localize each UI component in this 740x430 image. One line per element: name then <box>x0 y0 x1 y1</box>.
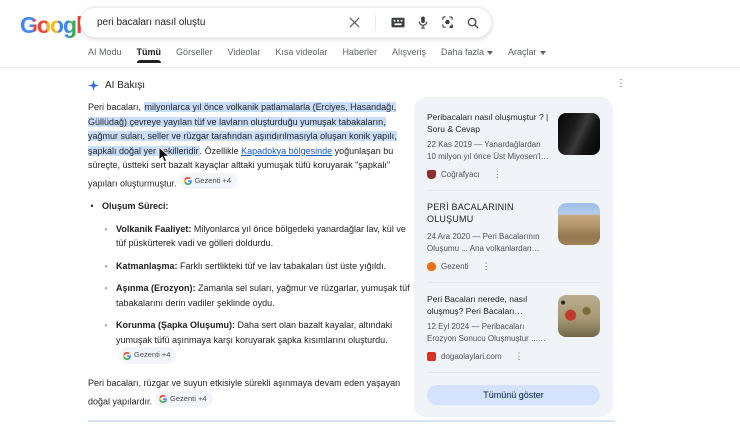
tab-alisveris[interactable]: Alışveriş <box>392 47 426 63</box>
result-snippet: 12 Eyl 2024 — Peribacaları Erozyon Sonuc… <box>427 322 538 343</box>
chevron-down-icon <box>539 50 546 55</box>
search-input[interactable]: peri bacaları nasıl oluştu <box>97 17 349 28</box>
list-item: • Oluşum Süreci: <box>88 199 410 214</box>
list-item: ◦ Korunma (Şapka Oluşumu): Daha sert ola… <box>102 318 410 365</box>
result-source: Coğrafyacı <box>441 170 480 179</box>
clear-search-icon[interactable] <box>349 17 360 28</box>
list-item: ◦ Aşınma (Erozyon): Zamanla sel suları, … <box>102 281 410 310</box>
result-title[interactable]: Peri Bacaları nerede, nasıl oluşmuş? Per… <box>427 293 550 317</box>
list-term: Aşınma (Erozyon): <box>116 283 196 294</box>
kapadokya-link[interactable]: Kapadokya bölgesinde <box>241 146 332 156</box>
list-item: ◦ Katmanlaşma: Farklı sertlikteki tüf ve… <box>102 259 410 274</box>
bullet-marker: ◦ <box>104 223 108 234</box>
result-card[interactable]: PERİ BACALARININ OLUŞUMU 24 Ara 2020 — P… <box>427 191 600 283</box>
intro-pre: Peri bacaları, <box>88 102 144 112</box>
source-chip-label: Gezenti +4 <box>194 175 232 185</box>
site-favicon <box>427 352 436 361</box>
site-favicon <box>427 170 436 179</box>
tab-kisa-videolar[interactable]: Kısa videolar <box>275 47 327 63</box>
related-results-panel: Peribacaları nasıl oluşmuştur ? | Soru &… <box>414 97 613 417</box>
source-chip[interactable]: Gezenti +4 <box>119 347 177 364</box>
result-title[interactable]: PERİ BACALARININ OLUŞUMU <box>427 201 550 225</box>
formation-steps-list: • Oluşum Süreci: ◦ Volkanik Faaliyet: Mi… <box>88 199 410 365</box>
source-chip-label: Gezenti +4 <box>170 393 207 403</box>
tab-ai-modu[interactable]: AI Modu <box>88 47 122 63</box>
google-g-icon <box>183 176 192 185</box>
bullet-marker: ◦ <box>104 283 108 294</box>
more-options-icon[interactable]: ⋮ <box>514 351 523 362</box>
tab-araclar[interactable]: Araçlar <box>508 47 546 63</box>
result-card[interactable]: Peri Bacaları nerede, nasıl oluşmuş? Per… <box>427 283 600 373</box>
tab-haberler[interactable]: Haberler <box>342 47 377 63</box>
section-divider <box>88 420 615 422</box>
intro-mid: . Özellikle <box>199 145 242 156</box>
outro-text: Peri bacaları, rüzgar ve suyun etkisiyle… <box>88 378 401 406</box>
ai-overview-outro: Peri bacaları, rüzgar ve suyun etkisiyle… <box>88 376 410 408</box>
result-title[interactable]: Peribacaları nasıl oluşmuştur ? | Soru &… <box>427 111 550 135</box>
ai-sparkle-icon <box>88 80 99 91</box>
ai-overview-title: AI Bakışı <box>105 80 146 91</box>
microphone-icon[interactable] <box>418 16 428 29</box>
tab-gorseller[interactable]: Görseller <box>176 47 213 63</box>
google-lens-icon[interactable] <box>441 16 454 29</box>
result-source: dogaolaylari.com <box>441 352 502 361</box>
tab-daha-fazla[interactable]: Daha fazla <box>441 47 493 63</box>
result-source: Gezenti <box>441 262 469 271</box>
result-thumbnail[interactable] <box>558 113 600 155</box>
list-text: Farklı sertlikteki tüf ve lav tabakaları… <box>177 260 387 271</box>
ai-overview-panel: AI Bakışı Peri bacaları, milyonlarca yıl… <box>88 80 410 430</box>
header-divider <box>0 67 740 68</box>
search-box[interactable]: peri bacaları nasıl oluştu <box>80 7 492 38</box>
bullet-marker: • <box>90 201 94 212</box>
ai-overview-header: AI Bakışı <box>88 80 410 91</box>
more-options-icon[interactable]: ⋮ <box>482 261 491 272</box>
google-g-icon <box>159 394 167 403</box>
list-term: Korunma (Şapka Oluşumu): <box>116 320 236 331</box>
chevron-down-icon <box>487 50 493 55</box>
search-icon[interactable] <box>467 17 479 29</box>
google-g-icon <box>123 351 131 360</box>
source-chip-label: Gezenti +4 <box>134 350 171 360</box>
search-result-tabs: AI Modu Tümü Görseller Videolar Kısa vid… <box>88 47 546 63</box>
more-options-icon[interactable]: ⋮ <box>616 79 626 89</box>
divider <box>375 14 376 31</box>
result-card[interactable]: Peribacaları nasıl oluşmuştur ? | Soru &… <box>427 101 600 191</box>
source-chip[interactable]: Gezenti +4 <box>155 390 213 407</box>
more-options-icon[interactable]: ⋮ <box>493 169 502 180</box>
list-item: ◦ Volkanik Faaliyet: Milyonlarca yıl önc… <box>102 222 410 251</box>
result-snippet: 22 Kas 2019 — Yanardağlardan 10 milyon y… <box>427 140 546 161</box>
list-term: Katmanlaşma: <box>116 260 178 271</box>
result-thumbnail[interactable] <box>558 203 600 245</box>
show-all-button[interactable]: Tümünü göster <box>427 385 600 405</box>
list-title: Oluşum Süreci: <box>102 201 169 212</box>
list-term: Volkanik Faaliyet: <box>116 223 192 234</box>
tab-videolar[interactable]: Videolar <box>228 47 261 63</box>
source-chip[interactable]: Gezenti +4 <box>179 172 238 189</box>
result-snippet: 24 Ara 2020 — Peri Bacalarının Oluşumu .… <box>427 232 540 253</box>
keyboard-icon[interactable] <box>391 17 405 28</box>
result-thumbnail[interactable] <box>558 295 600 337</box>
site-favicon <box>427 262 436 271</box>
bullet-marker: ◦ <box>104 260 108 271</box>
ai-overview-intro: Peri bacaları, milyonlarca yıl önce volk… <box>88 100 410 190</box>
bullet-marker: ◦ <box>104 320 108 331</box>
tab-tumu[interactable]: Tümü <box>136 47 161 63</box>
